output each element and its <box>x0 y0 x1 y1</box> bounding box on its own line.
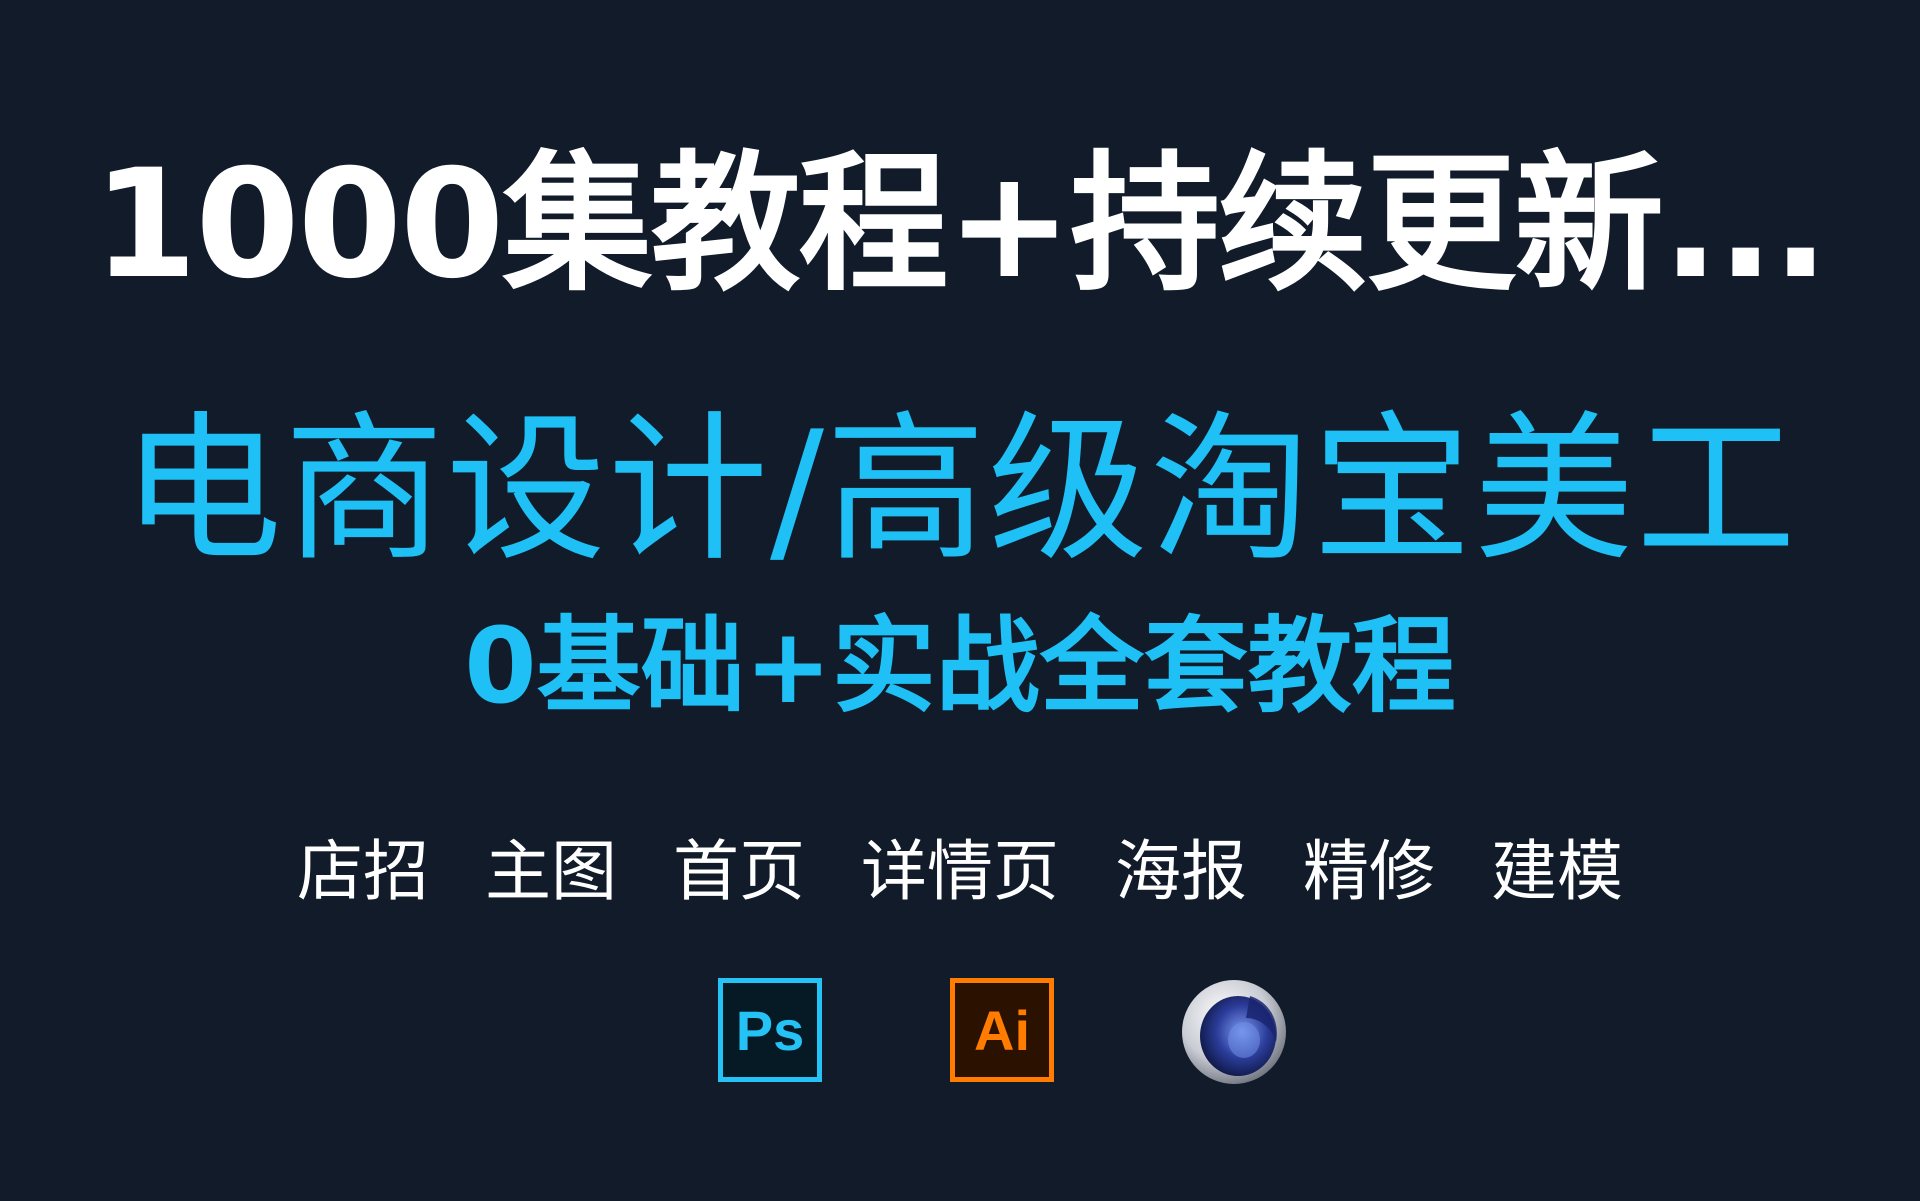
illustrator-label: Ai <box>974 998 1030 1062</box>
software-icons: Ps Ai <box>0 978 1920 1088</box>
tag-item: 首页 <box>673 833 805 910</box>
course-title: 电商设计/高级淘宝美工 <box>122 396 1798 583</box>
photoshop-label: Ps <box>735 998 805 1062</box>
tag-item: 精修 <box>1303 833 1435 910</box>
photoshop-icon: Ps <box>718 978 822 1082</box>
tag-item: 店招 <box>297 833 429 910</box>
illustrator-icon: Ai <box>950 978 1054 1082</box>
headline: 1000集教程+持续更新... <box>92 138 1829 312</box>
course-subtitle: 0基础+实战全套教程 <box>464 605 1456 727</box>
tag-item: 建模 <box>1491 833 1623 910</box>
topic-tags: 店招 主图 首页 详情页 海报 精修 建模 <box>0 832 1920 912</box>
cinema4d-icon <box>1182 980 1286 1084</box>
tag-item: 详情页 <box>861 833 1059 910</box>
tag-item: 海报 <box>1115 833 1247 910</box>
tag-item: 主图 <box>485 833 617 910</box>
